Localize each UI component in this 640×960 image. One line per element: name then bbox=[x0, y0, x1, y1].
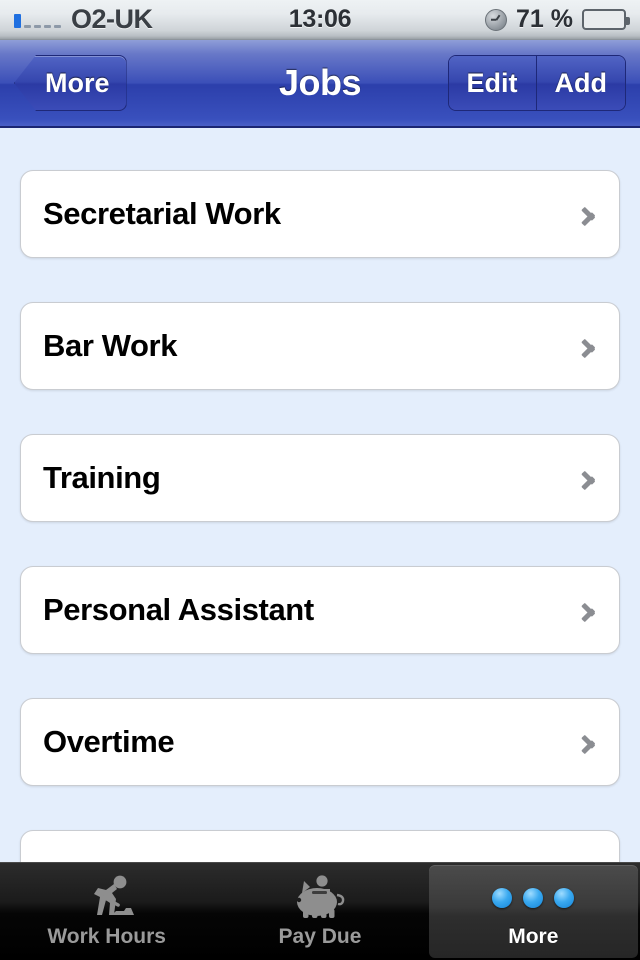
table-row[interactable]: Personal Assistant bbox=[20, 566, 620, 654]
job-name-label: Overtime bbox=[43, 724, 175, 759]
table-row[interactable]: Training bbox=[20, 434, 620, 522]
status-bar-left: O2-UK bbox=[14, 6, 289, 33]
signal-strength-icon bbox=[14, 12, 61, 28]
more-dots-icon bbox=[492, 875, 575, 921]
add-button[interactable]: Add bbox=[535, 56, 625, 110]
status-bar: O2-UK 13:06 71 % bbox=[0, 0, 640, 40]
back-button-more[interactable]: More bbox=[14, 55, 127, 111]
table-row[interactable]: Secretarial Work bbox=[20, 170, 620, 258]
construction-worker-icon bbox=[76, 875, 138, 921]
tab-work-hours[interactable]: Work Hours bbox=[2, 865, 211, 958]
nav-right-button-group: Edit Add bbox=[447, 55, 626, 111]
tab-label: More bbox=[508, 924, 559, 948]
jobs-list-scroll-area[interactable]: Secretarial Work Bar Work Training Perso… bbox=[0, 128, 640, 862]
tab-label: Pay Due bbox=[278, 924, 362, 948]
tab-bar: Work Hours Pay Due More bbox=[0, 862, 640, 960]
job-name-label: Training bbox=[43, 460, 161, 495]
app-screen: O2-UK 13:06 71 % More Jobs Edit Add Secr… bbox=[0, 0, 640, 960]
chevron-right-icon bbox=[581, 465, 597, 491]
job-name-label: Secretarial Work bbox=[43, 196, 281, 231]
table-row[interactable]: Overtime bbox=[20, 698, 620, 786]
status-bar-clock: 13:06 bbox=[288, 5, 352, 33]
battery-icon bbox=[582, 9, 631, 30]
job-name-label: Bar Work bbox=[43, 328, 178, 363]
chevron-right-icon bbox=[581, 597, 597, 623]
carrier-name: O2-UK bbox=[71, 4, 153, 34]
job-name-label: Personal Assistant bbox=[43, 592, 314, 627]
chevron-right-icon bbox=[581, 201, 597, 227]
table-row[interactable]: Bar Work bbox=[20, 302, 620, 390]
tab-label: Work Hours bbox=[47, 924, 166, 948]
chevron-right-icon bbox=[581, 729, 597, 755]
battery-percent-label: 71 % bbox=[516, 5, 574, 33]
tab-pay-due[interactable]: Pay Due bbox=[215, 865, 424, 958]
alarm-clock-icon bbox=[485, 8, 508, 31]
table-row[interactable]: On Call bbox=[20, 830, 620, 862]
tab-more[interactable]: More bbox=[428, 865, 638, 958]
piggy-bank-icon bbox=[290, 874, 350, 921]
status-bar-center: 13:06 bbox=[288, 5, 352, 33]
jobs-list: Secretarial Work Bar Work Training Perso… bbox=[0, 128, 640, 862]
status-bar-right: 71 % bbox=[351, 5, 631, 33]
edit-button[interactable]: Edit bbox=[448, 56, 536, 110]
navigation-bar: More Jobs Edit Add bbox=[0, 40, 640, 128]
chevron-right-icon bbox=[581, 333, 597, 359]
